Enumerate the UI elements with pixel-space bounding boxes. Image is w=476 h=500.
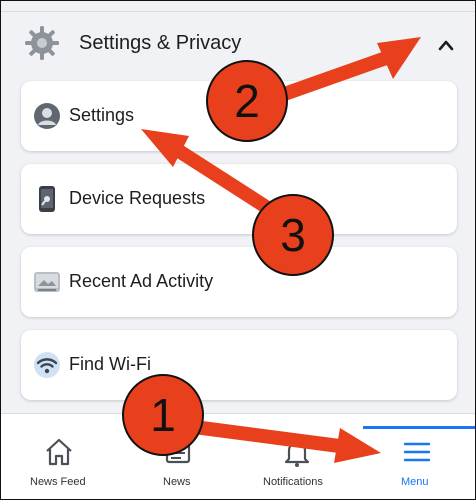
tab-notifications[interactable]: Notifications	[237, 414, 357, 499]
tab-label: Menu	[401, 476, 429, 488]
menu-item-device-requests[interactable]: Device Requests	[21, 164, 457, 234]
settings-privacy-header[interactable]: Settings & Privacy	[1, 11, 475, 77]
tab-label: News	[163, 476, 191, 488]
bell-icon	[284, 441, 310, 467]
tab-news[interactable]: News	[119, 414, 237, 499]
home-icon	[46, 438, 72, 466]
tab-menu[interactable]: Menu	[357, 414, 475, 499]
app-frame: Settings & Privacy Settings Device Reque…	[0, 0, 476, 500]
menu-item-settings[interactable]: Settings	[21, 81, 457, 151]
menu-item-recent-ad-activity[interactable]: Recent Ad Activity	[21, 247, 457, 317]
menu-item-label: Device Requests	[69, 188, 206, 208]
tab-label: Notifications	[263, 476, 323, 488]
news-icon	[165, 440, 191, 464]
wifi-icon	[34, 352, 60, 378]
tab-label: News Feed	[30, 476, 86, 488]
gear-icon	[25, 26, 59, 60]
menu-item-find-wifi[interactable]: Find Wi-Fi	[21, 330, 457, 400]
menu-icon	[403, 442, 431, 462]
section-title: Settings & Privacy	[79, 32, 242, 54]
ad-screen-icon	[34, 272, 60, 292]
tab-news-feed[interactable]: News Feed	[1, 414, 119, 499]
bottom-tab-bar: News Feed News Notifications Menu	[1, 413, 475, 499]
menu-item-label: Settings	[69, 105, 135, 125]
chevron-up-icon[interactable]	[437, 38, 455, 52]
user-circle-icon	[34, 103, 60, 129]
menu-item-label: Find Wi-Fi	[69, 354, 151, 374]
menu-item-label: Recent Ad Activity	[69, 271, 214, 291]
phone-key-icon	[39, 186, 55, 212]
